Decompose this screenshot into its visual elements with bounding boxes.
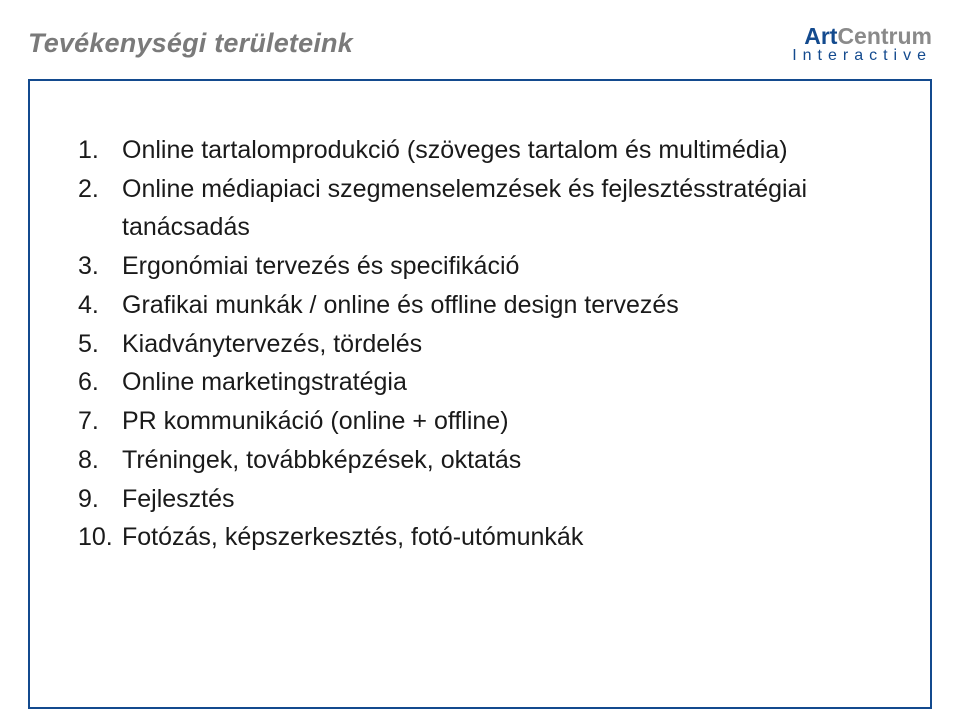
list-item: 6. Online marketingstratégia — [78, 363, 882, 402]
list-text: PR kommunikáció (online + offline) — [122, 402, 882, 441]
list-item: 2. Online médiapiaci szegmenselemzések é… — [78, 170, 882, 209]
list-text: Online médiapiaci szegmenselemzések és f… — [122, 170, 882, 209]
list-item: 9. Fejlesztés — [78, 480, 882, 519]
list-number: 4. — [78, 286, 122, 325]
list-text: Online tartalomprodukció (szöveges tarta… — [122, 131, 882, 170]
header: Tevékenységi területeink ArtCentrum Inte… — [28, 26, 932, 65]
logo: ArtCentrum Interactive — [790, 24, 932, 65]
list-number: 2. — [78, 170, 122, 209]
list-number: 1. — [78, 131, 122, 170]
list-text: Tréningek, továbbképzések, oktatás — [122, 441, 882, 480]
list-text: Kiadványtervezés, tördelés — [122, 325, 882, 364]
list-text: Fejlesztés — [122, 480, 882, 519]
list-item: 1. Online tartalomprodukció (szöveges ta… — [78, 131, 882, 170]
list-number: 5. — [78, 325, 122, 364]
logo-text-art: Art — [804, 23, 837, 49]
list-text: Fotózás, képszerkesztés, fotó-utómunkák — [122, 518, 882, 557]
logo-subtext: Interactive — [792, 48, 932, 65]
list-item: 5. Kiadványtervezés, tördelés — [78, 325, 882, 364]
page-title: Tevékenységi területeink — [28, 28, 353, 59]
list-number: 8. — [78, 441, 122, 480]
list-item: 3. Ergonómiai tervezés és specifikáció — [78, 247, 882, 286]
list-item: 4. Grafikai munkák / online és offline d… — [78, 286, 882, 325]
list-item: 10. Fotózás, képszerkesztés, fotó-utómun… — [78, 518, 882, 557]
content-frame: 1. Online tartalomprodukció (szöveges ta… — [28, 79, 932, 709]
list-number: 10. — [78, 518, 122, 557]
list-number: 7. — [78, 402, 122, 441]
list-text: Online marketingstratégia — [122, 363, 882, 402]
activity-list: 1. Online tartalomprodukció (szöveges ta… — [78, 131, 882, 557]
list-subline: tanácsadás — [78, 208, 882, 247]
list-item: 7. PR kommunikáció (online + offline) — [78, 402, 882, 441]
list-number: 3. — [78, 247, 122, 286]
list-text: Ergonómiai tervezés és specifikáció — [122, 247, 882, 286]
list-number: 9. — [78, 480, 122, 519]
list-item: 8. Tréningek, továbbképzések, oktatás — [78, 441, 882, 480]
slide: Tevékenységi területeink ArtCentrum Inte… — [0, 0, 960, 718]
list-number: 6. — [78, 363, 122, 402]
logo-top: ArtCentrum — [790, 24, 932, 48]
list-text: Grafikai munkák / online és offline desi… — [122, 286, 882, 325]
logo-text-centrum: Centrum — [837, 23, 932, 49]
